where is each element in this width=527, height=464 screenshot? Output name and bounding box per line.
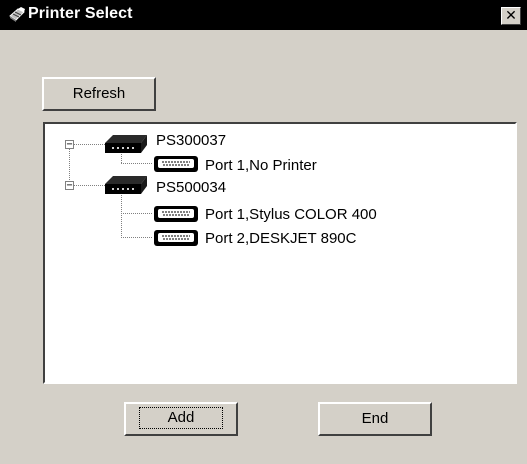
title-bar: Printer Select ✕ xyxy=(0,0,527,30)
print-server-icon xyxy=(105,176,147,194)
refresh-button-label: Refresh xyxy=(72,85,126,102)
tree-node-port-1-1[interactable]: Port 1,No Printer xyxy=(205,157,317,174)
parallel-port-icon xyxy=(154,156,198,172)
add-button[interactable]: Add xyxy=(124,402,238,436)
tree-node-port-2-1[interactable]: Port 1,Stylus COLOR 400 xyxy=(205,206,377,223)
window-title: Printer Select xyxy=(28,5,133,22)
printer-tree[interactable]: − PS300037 Port 1,No Printer − PS500034 xyxy=(43,122,517,384)
close-button[interactable]: ✕ xyxy=(501,7,521,25)
tree-node-server-1[interactable]: PS300037 xyxy=(156,132,226,149)
end-button[interactable]: End xyxy=(318,402,432,436)
tree-node-server-2[interactable]: PS500034 xyxy=(156,179,226,196)
collapse-toggle-server-2[interactable]: − xyxy=(65,181,74,191)
collapse-toggle-server-1[interactable]: − xyxy=(65,140,74,150)
parallel-port-icon xyxy=(154,206,198,222)
refresh-button[interactable]: Refresh xyxy=(42,77,156,111)
print-server-icon xyxy=(105,135,147,153)
parallel-port-icon xyxy=(154,230,198,246)
add-button-label: Add xyxy=(138,407,224,429)
printer-select-icon xyxy=(9,7,25,22)
end-button-label: End xyxy=(361,410,389,427)
tree-node-port-2-2[interactable]: Port 2,DESKJET 890C xyxy=(205,230,356,247)
close-icon: ✕ xyxy=(505,8,517,24)
